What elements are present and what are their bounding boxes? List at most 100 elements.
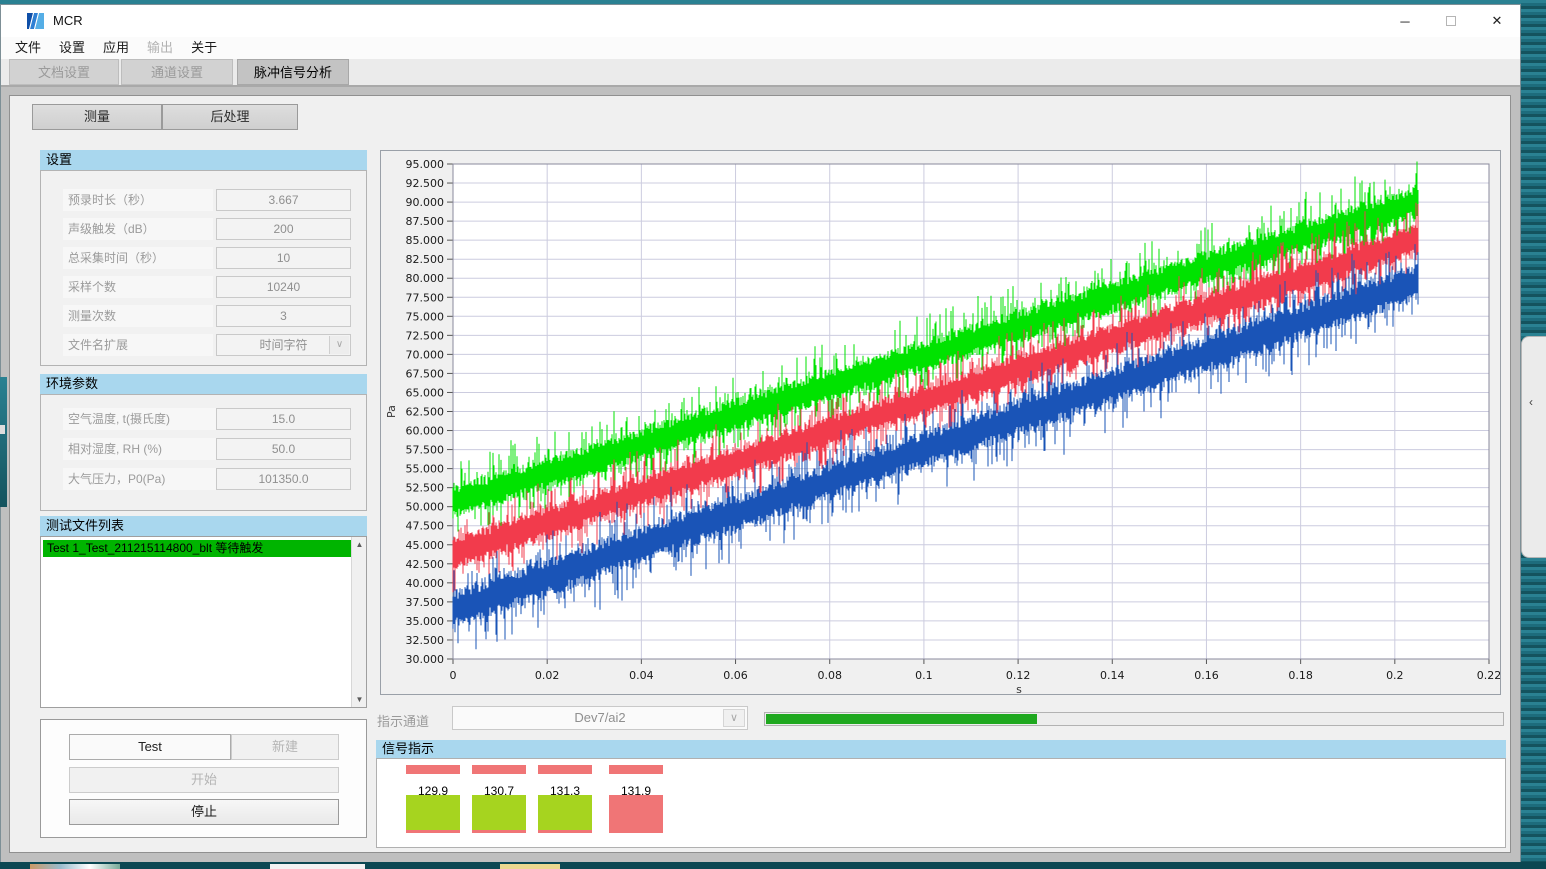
side-panel-handle[interactable]: ‹ [1521,336,1546,558]
signal-panel: 129.9130.7131.3131.9 [376,758,1506,848]
svg-text:32.500: 32.500 [406,634,445,647]
file-list-item[interactable]: Test 1_Test_211215114800_blt 等待触发 [43,540,351,557]
svg-text:0.16: 0.16 [1194,669,1219,682]
svg-text:30.000: 30.000 [406,653,445,666]
svg-text:37.500: 37.500 [406,596,445,609]
field-label: 相对湿度, RH (%) [63,438,231,460]
svg-text:40.000: 40.000 [406,577,445,590]
signal-peak-bar [406,765,460,774]
chevron-down-icon: ∨ [329,336,349,354]
svg-text:57.500: 57.500 [406,444,445,457]
svg-text:0.18: 0.18 [1288,669,1313,682]
start-button[interactable]: 开始 [69,767,339,793]
desktop-background: MCR ─ ✕ 文件设置应用输出关于 文档设置通道设置脉冲信号分析 测量 后处理… [0,0,1546,869]
svg-text:0.22: 0.22 [1477,669,1500,682]
minimize-button[interactable]: ─ [1382,5,1428,37]
field-label: 声级触发（dB） [63,218,213,240]
svg-text:67.500: 67.500 [406,367,445,380]
stop-button[interactable]: 停止 [69,799,339,825]
field-label: 空气温度, t(摄氏度) [63,408,231,430]
field-label: 测量次数 [63,305,213,327]
field-label: 采样个数 [63,276,213,298]
svg-text:0.12: 0.12 [1006,669,1030,682]
svg-text:65.000: 65.000 [406,386,445,399]
field-value[interactable]: 15.0 [216,408,351,430]
indicator-channel-dropdown[interactable]: Dev7/ai2 ∨ [452,706,748,730]
svg-text:85.000: 85.000 [406,234,445,247]
taskbar-edge [0,862,1546,869]
file-list[interactable]: ▲ ▼ Test 1_Test_211215114800_blt 等待触发 [40,536,367,708]
new-button[interactable]: 新建 [231,734,339,760]
svg-text:80.000: 80.000 [406,272,445,285]
taskbar-icon-fragment[interactable] [270,864,365,869]
svg-text:0.08: 0.08 [817,669,842,682]
svg-text:45.000: 45.000 [406,539,445,552]
field-value[interactable]: 3.667 [216,189,351,211]
settings-header: 设置 [40,150,367,170]
postprocess-button[interactable]: 后处理 [162,104,298,130]
field-label: 预录时长（秒） [63,189,213,211]
field-value[interactable]: 时间字符∨ [216,334,351,356]
scroll-up-icon[interactable]: ▲ [352,537,367,552]
svg-text:52.500: 52.500 [406,482,445,495]
environment-header: 环境参数 [40,374,367,394]
svg-text:0.2: 0.2 [1386,669,1404,682]
content-area: 测量 后处理 设置 预录时长（秒）3.667声级触发（dB）200总采集时间（秒… [1,87,1520,863]
field-value[interactable]: 101350.0 [216,468,351,490]
signal-panel-header: 信号指示 [376,740,1506,758]
menu-item-输出[interactable]: 输出 [138,37,182,59]
svg-text:0.14: 0.14 [1100,669,1125,682]
svg-text:77.500: 77.500 [406,291,445,304]
signal-level-box [406,795,460,833]
test-name-field[interactable]: Test [69,734,231,760]
close-button[interactable]: ✕ [1474,5,1520,37]
scroll-down-icon[interactable]: ▼ [352,692,367,707]
signal-peak-bar [538,765,592,774]
svg-text:0.02: 0.02 [535,669,560,682]
maximize-button[interactable] [1428,5,1474,37]
field-value[interactable]: 50.0 [216,438,351,460]
svg-text:95.000: 95.000 [406,158,445,171]
svg-text:62.500: 62.500 [406,406,445,419]
field-value[interactable]: 200 [216,218,351,240]
app-icon [27,13,44,29]
svg-text:s: s [1016,683,1022,694]
svg-text:92.500: 92.500 [406,177,445,190]
tab-bar: 文档设置通道设置脉冲信号分析 [1,59,1520,87]
main-frame: 测量 后处理 设置 预录时长（秒）3.667声级触发（dB）200总采集时间（秒… [9,95,1511,853]
signal-level-box [538,795,592,833]
title-bar[interactable]: MCR ─ ✕ [1,5,1520,37]
menu-item-设置[interactable]: 设置 [50,37,94,59]
field-label: 文件名扩展 [63,334,213,356]
field-value[interactable]: 10240 [216,276,351,298]
svg-text:0.1: 0.1 [915,669,933,682]
field-value[interactable]: 10 [216,247,351,269]
chevron-left-icon: ‹ [1529,395,1533,409]
app-window: MCR ─ ✕ 文件设置应用输出关于 文档设置通道设置脉冲信号分析 测量 后处理… [0,4,1521,862]
environment-panel: 空气温度, t(摄氏度)15.0 相对湿度, RH (%)50.0 大气压力，P0(… [40,394,367,511]
file-list-scrollbar[interactable]: ▲ ▼ [351,537,366,707]
taskbar-icon-fragment[interactable] [30,864,120,869]
svg-text:35.000: 35.000 [406,615,445,628]
signal-peak-bar [472,765,526,774]
taskbar-icon-fragment[interactable] [500,864,560,869]
menu-item-文件[interactable]: 文件 [6,37,50,59]
menu-item-关于[interactable]: 关于 [182,37,226,59]
tab-通道设置[interactable]: 通道设置 [121,59,233,85]
field-value[interactable]: 3 [216,305,351,327]
svg-text:87.500: 87.500 [406,215,445,228]
tab-文档设置[interactable]: 文档设置 [9,59,119,85]
desktop-left-edge [0,377,7,507]
measure-button[interactable]: 测量 [32,104,162,130]
svg-text:82.500: 82.500 [406,253,445,266]
field-label: 大气压力，P0(Pa) [63,468,231,490]
tab-脉冲信号分析[interactable]: 脉冲信号分析 [237,59,349,85]
menu-item-应用[interactable]: 应用 [94,37,138,59]
svg-text:55.000: 55.000 [406,463,445,476]
chevron-down-icon: ∨ [723,709,745,727]
settings-panel: 预录时长（秒）3.667声级触发（dB）200总采集时间（秒）10采样个数102… [40,170,367,366]
svg-text:70.000: 70.000 [406,348,445,361]
field-label: 总采集时间（秒） [63,247,213,269]
maximize-icon [1446,16,1456,26]
file-list-header: 测试文件列表 [40,516,367,536]
